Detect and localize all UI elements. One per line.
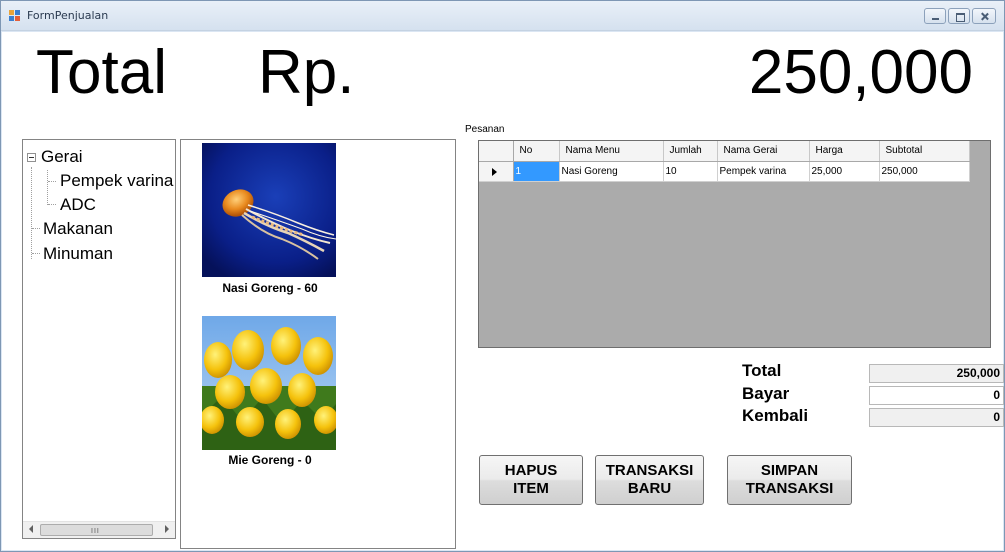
hapus-item-button[interactable]: HAPUS ITEM <box>479 455 583 505</box>
jellyfish-photo[interactable] <box>202 143 336 277</box>
cell-harga[interactable]: 25,000 <box>809 161 880 182</box>
pesanan-data-grid[interactable]: No Nama Menu Jumlah Nama Gerai Harga Sub… <box>478 140 991 348</box>
scroll-left-icon[interactable] <box>29 525 33 533</box>
hapus-item-label-line2: ITEM <box>513 480 549 497</box>
pesanan-group-label: Pesanan <box>465 124 505 135</box>
column-header-subtotal[interactable]: Subtotal <box>879 141 970 162</box>
total-field: 250,000 <box>869 364 1004 383</box>
grid-header-row: No Nama Menu Jumlah Nama Gerai Harga Sub… <box>479 141 970 162</box>
column-header-harga[interactable]: Harga <box>809 141 880 162</box>
column-header-jumlah[interactable]: Jumlah <box>663 141 718 162</box>
form-client-area: Total Rp. 250,000 Gerai Pempek varina AD… <box>2 32 1004 550</box>
tree-node-minuman[interactable]: Minuman <box>43 244 113 264</box>
form-penjualan-window: FormPenjualan Total Rp. 250,000 Gerai Pe… <box>0 0 1005 552</box>
column-header-nama-menu[interactable]: Nama Menu <box>559 141 664 162</box>
table-row[interactable]: 1 Nasi Goreng 10 Pempek varina 25,000 25… <box>479 161 970 182</box>
tree-node-adc[interactable]: ADC <box>60 195 96 215</box>
column-header-nama-gerai[interactable]: Nama Gerai <box>717 141 810 162</box>
simpan-transaksi-label-line2: TRANSAKSI <box>745 480 834 497</box>
cell-subtotal[interactable]: 250,000 <box>879 161 970 182</box>
cell-no[interactable]: 1 <box>513 161 560 182</box>
maximize-icon[interactable] <box>948 8 970 24</box>
current-row-arrow-icon <box>492 167 497 176</box>
minimize-icon[interactable] <box>924 8 946 24</box>
menu-items-panel: Nasi Goreng - 60 Mie Goreng - 0 <box>180 139 456 549</box>
simpan-transaksi-button[interactable]: SIMPAN TRANSAKSI <box>727 455 852 505</box>
row-header-current[interactable] <box>479 161 514 182</box>
cell-nama-menu[interactable]: Nasi Goreng <box>559 161 664 182</box>
column-header-no[interactable]: No <box>513 141 560 162</box>
simpan-transaksi-label-line1: SIMPAN <box>760 462 819 479</box>
window-controls <box>924 8 996 24</box>
currency-label: Rp. <box>258 38 355 107</box>
kembali-field: 0 <box>869 408 1004 427</box>
collapse-toggle-icon[interactable] <box>27 153 36 162</box>
grand-total-amount: 250,000 <box>748 38 973 107</box>
transaksi-baru-label-line1: TRANSAKSI <box>605 462 694 479</box>
tree-node-makanan[interactable]: Makanan <box>43 219 113 239</box>
kembali-label: Kembali <box>742 406 809 425</box>
yellow-tulips-photo[interactable] <box>202 316 336 450</box>
cell-nama-gerai[interactable]: Pempek varina <box>717 161 810 182</box>
bayar-input[interactable]: 0 <box>869 386 1004 405</box>
grid-corner-cell <box>479 141 514 162</box>
total-label: Total <box>742 361 782 380</box>
window-title: FormPenjualan <box>27 9 109 22</box>
close-icon[interactable] <box>972 8 996 24</box>
menu-caption-nasi-goreng: Nasi Goreng - 60 <box>222 281 318 295</box>
scroll-right-icon[interactable] <box>165 525 169 533</box>
category-tree[interactable]: Gerai Pempek varina ADC Makanan Minuman … <box>22 139 176 539</box>
hapus-item-label-line1: HAPUS <box>504 462 558 479</box>
menu-caption-mie-goreng: Mie Goreng - 0 <box>228 453 312 467</box>
form-icon <box>9 10 21 22</box>
tree-horizontal-scrollbar[interactable]: III <box>23 521 175 538</box>
transaksi-baru-label-line2: BARU <box>627 480 672 497</box>
transaksi-baru-button[interactable]: TRANSAKSI BARU <box>595 455 704 505</box>
bayar-label: Bayar <box>742 384 790 403</box>
scroll-grip: III <box>91 528 100 535</box>
tree-node-pempek-varina[interactable]: Pempek varina <box>60 171 173 191</box>
cell-jumlah[interactable]: 10 <box>663 161 718 182</box>
grand-total-label: Total <box>36 38 167 107</box>
scroll-thumb[interactable]: III <box>40 524 153 536</box>
title-bar[interactable]: FormPenjualan <box>1 1 1004 31</box>
tree-node-gerai[interactable]: Gerai <box>41 147 83 167</box>
